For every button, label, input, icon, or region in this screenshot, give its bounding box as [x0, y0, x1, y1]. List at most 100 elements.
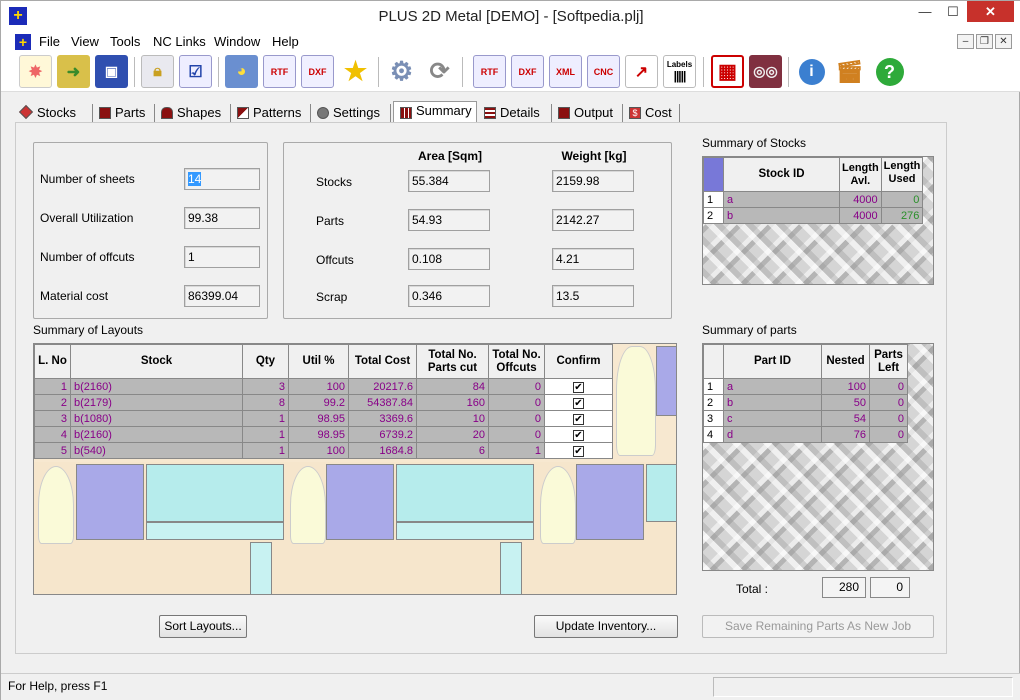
confirm-checkbox[interactable]: ✔ — [573, 397, 584, 409]
summary-icon — [400, 107, 412, 119]
stocks-grid[interactable]: Stock ID Length Avl. Length Used 1 a 4000 0… — [702, 156, 934, 285]
new-file-icon[interactable]: ✸ — [19, 55, 52, 88]
menu-nc-links[interactable]: NC Links — [153, 34, 206, 49]
col-length-avl[interactable]: Length Avl. — [839, 157, 882, 192]
scrap-area-field[interactable]: 0.346 — [408, 285, 490, 307]
dxf-doc-icon[interactable]: DXF — [301, 55, 334, 88]
col-confirm[interactable]: Confirm — [544, 344, 613, 379]
mdi-restore-button[interactable]: ❐ — [976, 34, 993, 49]
tab-output[interactable]: Output — [552, 104, 623, 123]
save-icon[interactable]: ▣ — [95, 55, 128, 88]
menu-view[interactable]: View — [71, 34, 99, 49]
sheets-field[interactable]: 14 — [184, 168, 260, 190]
tab-stocks[interactable]: Stocks — [15, 104, 93, 123]
table-row[interactable]: 2 b 4000 276 — [703, 207, 924, 224]
update-inventory-button[interactable]: Update Inventory... — [534, 615, 678, 638]
parts-weight-field[interactable]: 2142.27 — [552, 209, 634, 231]
layouts-grid[interactable]: L. No Stock Qty Util % Total Cost Total … — [33, 343, 677, 595]
document-icon[interactable]: + — [15, 34, 31, 50]
film-icon[interactable]: 🎬︎ — [833, 55, 866, 88]
col-parts-left[interactable]: Parts Left — [869, 344, 908, 379]
tab-parts[interactable]: Parts — [93, 104, 155, 123]
offcuts-weight-field[interactable]: 4.21 — [552, 248, 634, 270]
offcuts-field[interactable]: 1 — [184, 246, 260, 268]
help-icon[interactable]: ? — [873, 55, 906, 88]
confirm-checkbox[interactable]: ✔ — [573, 445, 584, 457]
maximize-button[interactable]: ☐ — [939, 1, 967, 22]
tab-details[interactable]: Details — [478, 104, 552, 123]
tab-settings[interactable]: Settings — [311, 104, 391, 123]
table-row[interactable]: 2 b(2179) 8 99.2 54387.84 160 0 ✔ — [34, 394, 613, 411]
menu-window[interactable]: Window — [214, 34, 260, 49]
confirm-checkbox[interactable]: ✔ — [573, 381, 584, 393]
stocks-weight-field[interactable]: 2159.98 — [552, 170, 634, 192]
labels-barcode-icon[interactable]: Labels ||||| — [663, 55, 696, 88]
table-row[interactable]: 1 a 100 0 — [703, 378, 908, 395]
col-nested[interactable]: Nested — [821, 344, 870, 379]
tab-shapes[interactable]: Shapes — [155, 104, 231, 123]
chart-doc-icon[interactable]: ↗ — [625, 55, 658, 88]
palette-icon[interactable]: ◕ — [225, 55, 258, 88]
parts-grid[interactable]: Part ID Nested Parts Left 1 a 100 0 2 b 50 0 3… — [702, 343, 934, 571]
col-length-used[interactable]: Length Used — [880, 157, 924, 192]
col-stock-id[interactable]: Stock ID — [723, 157, 840, 192]
col-qty[interactable]: Qty — [242, 344, 289, 379]
rtf-doc-icon[interactable]: RTF — [263, 55, 296, 88]
open-folder-icon[interactable]: ➜ — [57, 55, 90, 88]
export-rtf-icon[interactable]: RTF — [473, 55, 506, 88]
lock-icon[interactable]: 🔒︎ — [141, 55, 174, 88]
offcuts-area-field[interactable]: 0.108 — [408, 248, 490, 270]
table-row[interactable]: 4 d 76 0 — [703, 426, 908, 443]
scrap-weight-field[interactable]: 13.5 — [552, 285, 634, 307]
checklist-icon[interactable]: ☑ — [179, 55, 212, 88]
confirm-checkbox[interactable]: ✔ — [573, 413, 584, 425]
table-row[interactable]: 1 a 4000 0 — [703, 191, 924, 208]
export-xml-icon[interactable]: XML — [549, 55, 582, 88]
export-dxf-icon[interactable]: DXF — [511, 55, 544, 88]
gear-icon[interactable]: ⚙ — [385, 55, 418, 88]
star-icon[interactable]: ★ — [339, 55, 372, 88]
save-remaining-parts-button[interactable]: Save Remaining Parts As New Job — [702, 615, 934, 638]
col-stock[interactable]: Stock — [70, 344, 243, 379]
tab-patterns[interactable]: Patterns — [231, 104, 311, 123]
table-row[interactable]: 1 b(2160) 3 100 20217.6 84 0 ✔ — [34, 378, 613, 395]
col-parts-cut[interactable]: Total No. Parts cut — [416, 344, 489, 379]
sort-layouts-button[interactable]: Sort Layouts... — [159, 615, 247, 638]
utilization-field[interactable]: 99.38 — [184, 207, 260, 229]
cell-part-id: a — [723, 378, 822, 395]
col-offcuts[interactable]: Total No. Offcuts — [488, 344, 545, 379]
close-button[interactable]: ✕ — [967, 1, 1014, 22]
menu-file[interactable]: File — [39, 34, 60, 49]
col-lno[interactable]: L. No — [34, 344, 71, 379]
row-number: 1 — [703, 191, 724, 208]
minimize-button[interactable]: — — [911, 1, 939, 22]
mdi-close-button[interactable]: ✕ — [995, 34, 1012, 49]
col-util[interactable]: Util % — [288, 344, 349, 379]
cell-qty: 8 — [242, 394, 289, 411]
export-cnc-icon[interactable]: CNC — [587, 55, 620, 88]
table-row[interactable]: 2 b 50 0 — [703, 394, 908, 411]
tab-summary[interactable]: Summary — [393, 101, 477, 123]
material-cost-field[interactable]: 86399.04 — [184, 285, 260, 307]
layout-grid-icon[interactable]: ▦ — [711, 55, 744, 88]
info-icon[interactable]: i — [795, 55, 828, 88]
table-row[interactable]: 3 c 54 0 — [703, 410, 908, 427]
stocks-area-field[interactable]: 55.384 — [408, 170, 490, 192]
parts-corner — [703, 344, 724, 379]
mdi-minimize-button[interactable]: – — [957, 34, 974, 49]
col-total-cost[interactable]: Total Cost — [348, 344, 417, 379]
tab-cost[interactable]: $ Cost — [623, 104, 680, 123]
table-row[interactable]: 3 b(1080) 1 98.95 3369.6 10 0 ✔ — [34, 410, 613, 427]
menu-tools[interactable]: Tools — [110, 34, 140, 49]
rolls-icon[interactable]: ◎◎ — [749, 55, 782, 88]
table-row[interactable]: 5 b(540) 1 100 1684.8 6 1 ✔ — [34, 442, 613, 459]
menu-help[interactable]: Help — [272, 34, 299, 49]
col-part-id[interactable]: Part ID — [723, 344, 822, 379]
confirm-checkbox[interactable]: ✔ — [573, 429, 584, 441]
cell-lno: 3 — [34, 410, 71, 427]
refresh-icon[interactable]: ⟳ — [423, 55, 456, 88]
cell-parts: 84 — [416, 378, 489, 395]
table-row[interactable]: 4 b(2160) 1 98.95 6739.2 20 0 ✔ — [34, 426, 613, 443]
parts-area-field[interactable]: 54.93 — [408, 209, 490, 231]
cell-parts-left: 0 — [869, 426, 908, 443]
